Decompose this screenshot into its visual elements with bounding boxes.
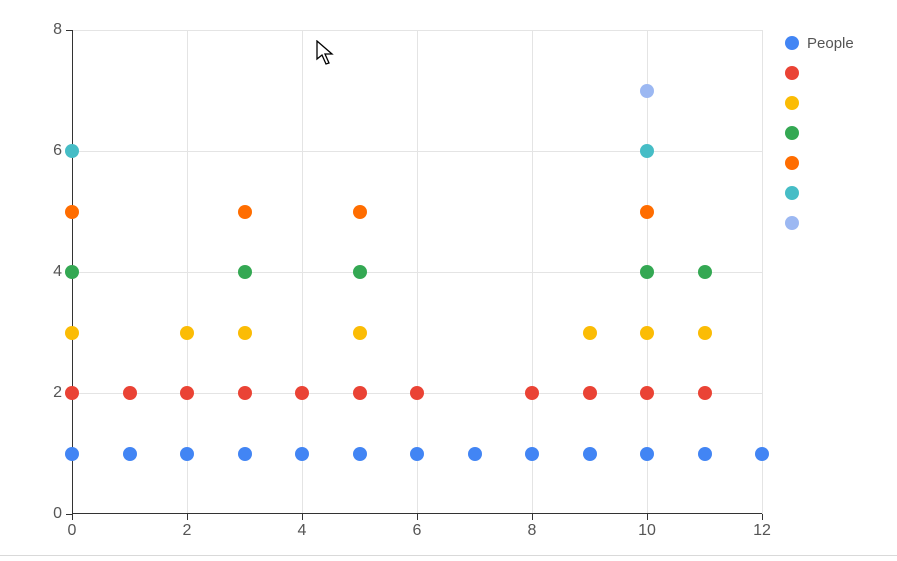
data-point[interactable] [698, 326, 712, 340]
data-point[interactable] [238, 326, 252, 340]
data-point[interactable] [468, 447, 482, 461]
data-point[interactable] [65, 265, 79, 279]
data-point[interactable] [238, 386, 252, 400]
legend-item[interactable]: People [785, 28, 854, 58]
legend-item[interactable] [785, 88, 854, 118]
gridline-vertical [187, 30, 188, 514]
x-tick-label: 0 [68, 514, 77, 540]
data-point[interactable] [353, 447, 367, 461]
x-tick-label: 6 [413, 514, 422, 540]
data-point[interactable] [123, 386, 137, 400]
gridline-vertical [302, 30, 303, 514]
data-point[interactable] [238, 205, 252, 219]
data-point[interactable] [410, 386, 424, 400]
data-point[interactable] [640, 326, 654, 340]
x-axis [72, 513, 762, 514]
legend-swatch-icon [785, 156, 799, 170]
gridline-vertical [762, 30, 763, 514]
data-point[interactable] [698, 447, 712, 461]
data-point[interactable] [640, 265, 654, 279]
data-point[interactable] [295, 386, 309, 400]
data-point[interactable] [65, 386, 79, 400]
data-point[interactable] [410, 447, 424, 461]
x-tick-label: 2 [183, 514, 192, 540]
legend-item[interactable] [785, 178, 854, 208]
data-point[interactable] [238, 447, 252, 461]
data-point[interactable] [238, 265, 252, 279]
legend-item[interactable] [785, 118, 854, 148]
data-point[interactable] [640, 144, 654, 158]
legend-item[interactable] [785, 148, 854, 178]
data-point[interactable] [525, 386, 539, 400]
legend-swatch-icon [785, 96, 799, 110]
data-point[interactable] [755, 447, 769, 461]
x-tick-label: 12 [753, 514, 771, 540]
data-point[interactable] [583, 386, 597, 400]
data-point[interactable] [353, 386, 367, 400]
data-point[interactable] [65, 205, 79, 219]
data-point[interactable] [353, 326, 367, 340]
gridline-vertical [417, 30, 418, 514]
y-tick-label: 8 [53, 21, 72, 39]
data-point[interactable] [180, 326, 194, 340]
x-tick-label: 4 [298, 514, 307, 540]
data-point[interactable] [525, 447, 539, 461]
x-tick-label: 8 [528, 514, 537, 540]
legend-label: People [807, 35, 854, 52]
legend: People [785, 28, 854, 238]
legend-item[interactable] [785, 58, 854, 88]
data-point[interactable] [640, 205, 654, 219]
plot-area[interactable]: 02468024681012 [72, 30, 762, 514]
data-point[interactable] [295, 447, 309, 461]
x-tick-label: 10 [638, 514, 656, 540]
data-point[interactable] [583, 447, 597, 461]
legend-swatch-icon [785, 126, 799, 140]
legend-swatch-icon [785, 186, 799, 200]
data-point[interactable] [353, 265, 367, 279]
data-point[interactable] [180, 386, 194, 400]
gridline-vertical [532, 30, 533, 514]
data-point[interactable] [583, 326, 597, 340]
data-point[interactable] [698, 265, 712, 279]
data-point[interactable] [65, 144, 79, 158]
data-point[interactable] [640, 447, 654, 461]
legend-swatch-icon [785, 216, 799, 230]
page-divider [0, 555, 897, 556]
data-point[interactable] [65, 447, 79, 461]
data-point[interactable] [65, 326, 79, 340]
data-point[interactable] [640, 84, 654, 98]
legend-swatch-icon [785, 36, 799, 50]
data-point[interactable] [353, 205, 367, 219]
scatter-chart: 02468024681012 People [0, 0, 897, 561]
data-point[interactable] [640, 386, 654, 400]
legend-swatch-icon [785, 66, 799, 80]
data-point[interactable] [698, 386, 712, 400]
legend-item[interactable] [785, 208, 854, 238]
data-point[interactable] [180, 447, 194, 461]
data-point[interactable] [123, 447, 137, 461]
